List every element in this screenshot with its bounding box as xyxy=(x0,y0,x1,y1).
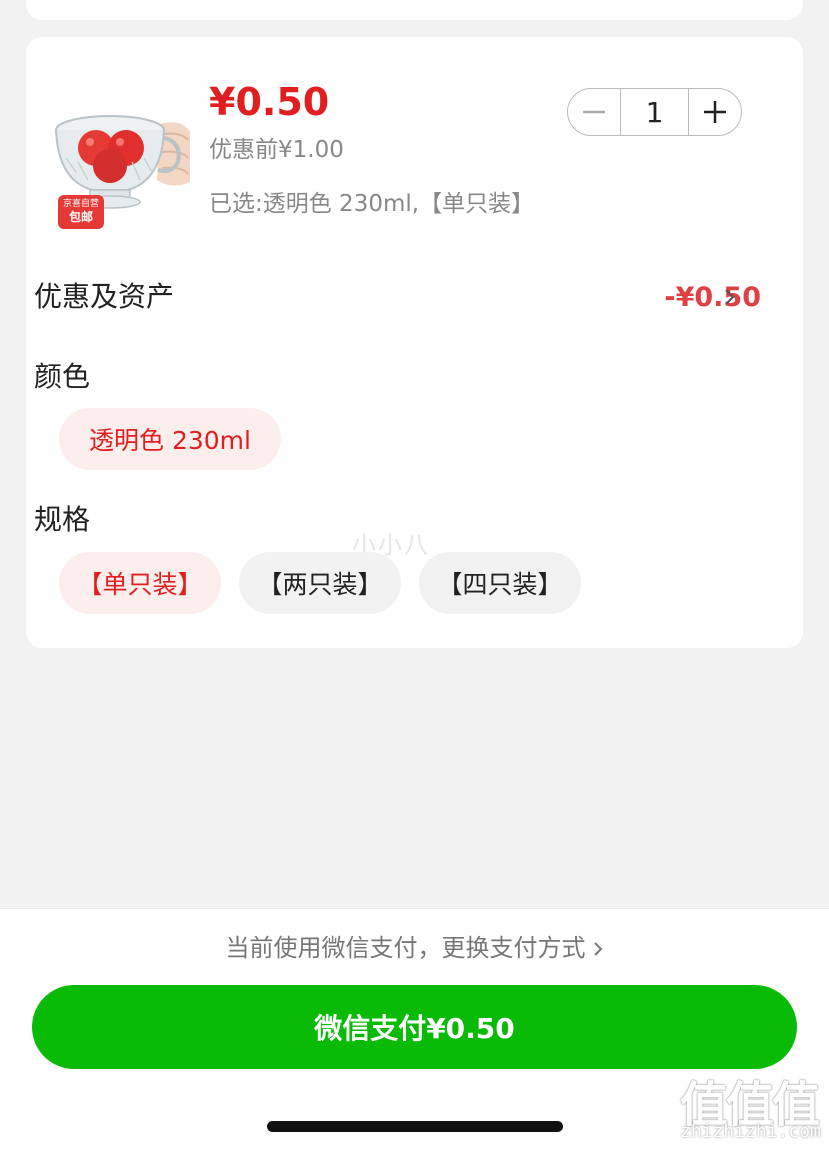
decrease-button[interactable] xyxy=(568,89,620,135)
badge-top-text: 京喜自营 xyxy=(62,198,99,208)
color-option-transparent[interactable]: 透明色 230ml xyxy=(59,408,281,470)
change-payment-text: 当前使用微信支付，更换支付方式 xyxy=(225,934,586,962)
increase-button[interactable] xyxy=(689,89,741,135)
plus-icon xyxy=(704,101,726,123)
previous-card xyxy=(26,0,803,20)
discount-label: 优惠及资产 xyxy=(34,280,175,313)
spec-option-single[interactable]: 【单只装】 xyxy=(59,552,221,614)
selected-spec: 已选:透明色 230ml,【单只装】 xyxy=(209,191,535,217)
quantity-stepper: 1 xyxy=(567,88,742,136)
self-operated-badge: 京喜自营 包邮 xyxy=(58,195,104,229)
product-price: ¥0.50 xyxy=(209,80,330,124)
wechat-pay-button[interactable]: 微信支付¥0.50 xyxy=(32,985,797,1069)
site-logo: 值值值 zhizhizhi.com xyxy=(680,1065,821,1149)
glass-cup-image xyxy=(55,115,190,209)
product-thumbnail[interactable]: 京喜自营 包邮 xyxy=(32,62,192,232)
spec-option-quad[interactable]: 【四只装】 xyxy=(419,552,581,614)
original-price: 优惠前¥1.00 xyxy=(209,137,344,163)
change-payment-link[interactable]: 当前使用微信支付，更换支付方式 xyxy=(0,932,829,964)
spec-label: 规格 xyxy=(34,503,91,536)
chevron-right-icon xyxy=(593,942,602,956)
site-logo-url: zhizhizhi.com xyxy=(680,1121,821,1142)
badge-bottom-text: 包邮 xyxy=(68,210,93,224)
minus-icon xyxy=(583,110,605,114)
quantity-value[interactable]: 1 xyxy=(620,89,689,135)
chevron-right-icon xyxy=(725,289,735,305)
color-label: 颜色 xyxy=(34,360,91,393)
home-indicator[interactable] xyxy=(267,1121,563,1132)
spec-option-double[interactable]: 【两只装】 xyxy=(239,552,401,614)
discount-value: -¥0.50 xyxy=(664,282,761,313)
